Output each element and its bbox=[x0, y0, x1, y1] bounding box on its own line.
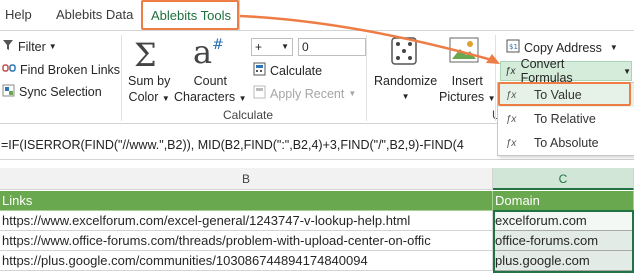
annotation-arrow bbox=[239, 14, 500, 64]
